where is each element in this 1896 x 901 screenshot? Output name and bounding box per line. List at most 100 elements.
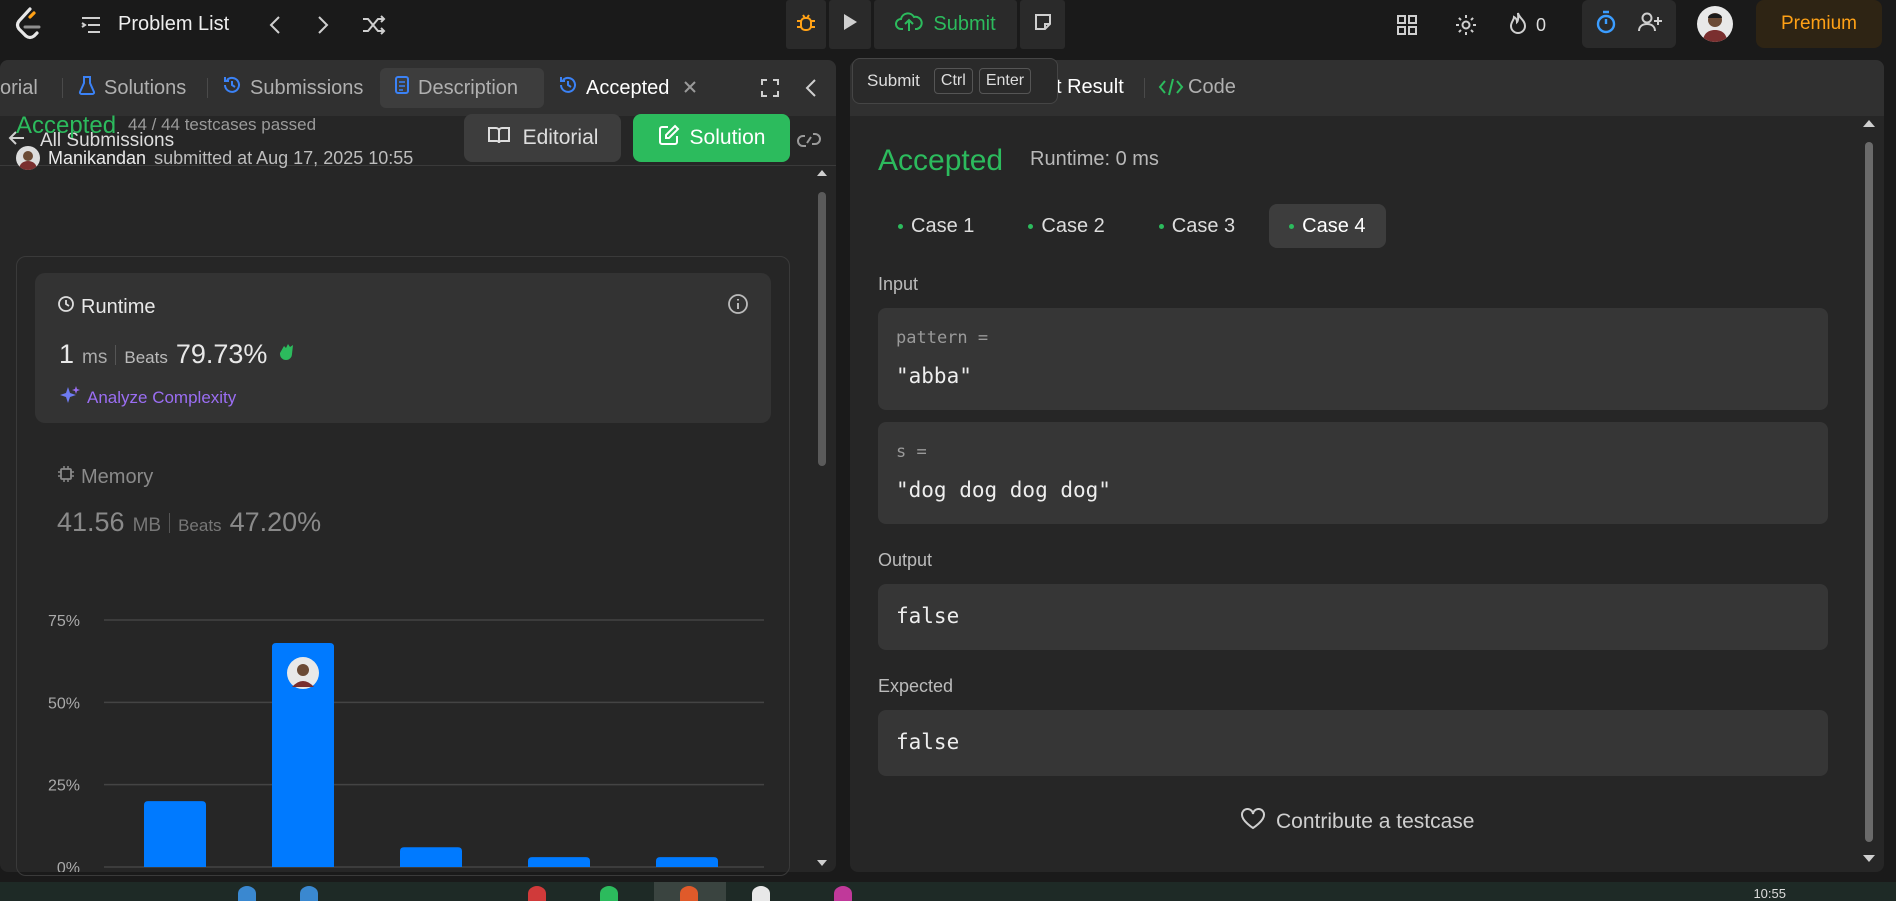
memory-beats-label: Beats bbox=[178, 516, 222, 535]
submitted-time: submitted at Aug 17, 2025 10:55 bbox=[154, 147, 414, 168]
cloud-upload-icon bbox=[895, 11, 924, 39]
case-tab-3[interactable]: Case 3 bbox=[1139, 204, 1255, 248]
solution-label: Solution bbox=[689, 126, 766, 149]
problem-list-link[interactable]: Problem List bbox=[118, 10, 229, 38]
os-taskbar: 10:55 bbox=[0, 882, 1896, 901]
taskbar-app-icon[interactable] bbox=[238, 886, 256, 901]
kbd-enter: Enter bbox=[978, 68, 1032, 94]
result-runtime: Runtime: 0 ms bbox=[1030, 148, 1159, 170]
editorial-button[interactable]: Editorial bbox=[464, 114, 621, 162]
bar[interactable] bbox=[144, 801, 206, 867]
case-tab-2[interactable]: Case 2 bbox=[1008, 204, 1124, 248]
taskbar-app-icon[interactable] bbox=[300, 886, 318, 901]
bar[interactable] bbox=[656, 857, 718, 867]
tab-divider bbox=[207, 78, 208, 98]
tab-code[interactable]: Code bbox=[1188, 76, 1236, 99]
test-result-panel: t Result Code Accepted Runtime: 0 ms Cas… bbox=[850, 60, 1884, 872]
taskbar-app-icon[interactable] bbox=[752, 886, 770, 901]
submitter-avatar[interactable] bbox=[16, 146, 40, 170]
y-tick-label: 75% bbox=[48, 613, 80, 630]
link-icon[interactable] bbox=[796, 130, 822, 156]
right-scrollbar[interactable] bbox=[1862, 118, 1876, 864]
solution-button[interactable]: Solution bbox=[633, 114, 790, 162]
bar[interactable] bbox=[528, 857, 590, 867]
taskbar-app-icon[interactable] bbox=[600, 886, 618, 901]
result-status: Accepted bbox=[878, 144, 1004, 177]
taskbar-app-icon[interactable] bbox=[834, 886, 852, 901]
tab-editorial[interactable]: orial bbox=[0, 68, 38, 108]
chevron-left-icon[interactable] bbox=[262, 12, 288, 38]
tab-submissions[interactable]: Submissions bbox=[222, 68, 363, 108]
settings-gear-icon[interactable] bbox=[1452, 11, 1480, 39]
submitted-by-line: Manikandan submitted at Aug 17, 2025 10:… bbox=[16, 146, 413, 170]
debug-button[interactable] bbox=[786, 0, 826, 49]
play-icon bbox=[841, 12, 859, 37]
left-tab-bar: orial Solutions Submissions Description bbox=[0, 60, 836, 116]
divider bbox=[115, 344, 117, 365]
chevron-right-icon[interactable] bbox=[310, 12, 336, 38]
output-value: false bbox=[896, 604, 960, 628]
case-tabs: Case 1 Case 2 Case 3 Case 4 bbox=[878, 204, 1386, 248]
input-pattern-box[interactable]: pattern = "abba" bbox=[878, 308, 1828, 410]
case-tab-4[interactable]: Case 4 bbox=[1269, 204, 1386, 248]
tab-test-result[interactable]: t Result bbox=[1056, 76, 1124, 99]
streak-counter[interactable]: 0 bbox=[1508, 10, 1546, 40]
fullscreen-icon[interactable] bbox=[760, 68, 780, 108]
submit-button[interactable]: Submit bbox=[874, 0, 1017, 49]
premium-button[interactable]: Premium bbox=[1756, 0, 1882, 48]
grid-layout-icon[interactable] bbox=[1394, 12, 1420, 38]
memory-label-row[interactable]: Memory bbox=[57, 465, 153, 489]
taskbar-clock: 10:55 bbox=[1753, 886, 1786, 901]
close-icon[interactable] bbox=[683, 77, 697, 100]
tab-divider bbox=[1144, 78, 1145, 98]
tab-description[interactable]: Description bbox=[380, 68, 544, 108]
testcases-passed: 44 / 44 testcases passed bbox=[128, 115, 317, 134]
contribute-testcase-button[interactable]: Contribute a testcase bbox=[1240, 808, 1474, 836]
editorial-label: Editorial bbox=[522, 126, 599, 149]
submitter-name[interactable]: Manikandan bbox=[48, 148, 146, 169]
notes-button[interactable] bbox=[1020, 0, 1065, 49]
taskbar-app-icon[interactable] bbox=[528, 886, 546, 901]
submission-status: Accepted bbox=[16, 112, 117, 139]
tab-accepted[interactable]: Accepted bbox=[558, 68, 697, 108]
var-name: s = bbox=[896, 442, 927, 462]
info-icon[interactable] bbox=[727, 293, 749, 320]
runtime-distribution-chart[interactable]: 0%25%50%75%1ms2ms3ms4ms bbox=[24, 590, 764, 872]
run-button[interactable] bbox=[829, 0, 871, 49]
taskbar-app-icon[interactable] bbox=[680, 886, 698, 901]
collapse-left-icon[interactable] bbox=[804, 68, 818, 108]
code-icon bbox=[1158, 77, 1184, 103]
add-user-icon[interactable] bbox=[1637, 11, 1663, 38]
input-s-box[interactable]: s = "dog dog dog dog" bbox=[878, 422, 1828, 524]
tab-editorial-label: orial bbox=[0, 76, 38, 99]
case-label: Case 2 bbox=[1041, 214, 1105, 237]
list-icon[interactable] bbox=[78, 12, 104, 38]
contribute-label: Contribute a testcase bbox=[1276, 810, 1475, 833]
pass-dot bbox=[898, 223, 903, 229]
timer-icon[interactable] bbox=[1595, 10, 1617, 39]
output-box[interactable]: false bbox=[878, 584, 1828, 650]
input-label: Input bbox=[878, 274, 919, 294]
pass-dot bbox=[1289, 223, 1295, 229]
bar[interactable] bbox=[400, 847, 462, 867]
shuffle-icon[interactable] bbox=[360, 12, 388, 38]
streak-count: 0 bbox=[1536, 14, 1547, 35]
analyze-complexity-link[interactable]: Analyze Complexity bbox=[59, 385, 236, 410]
left-scrollbar[interactable] bbox=[816, 168, 828, 868]
edit-icon bbox=[658, 124, 680, 152]
memory-unit: MB bbox=[132, 515, 162, 536]
user-avatar[interactable] bbox=[1697, 6, 1733, 42]
tab-submissions-label: Submissions bbox=[250, 76, 364, 99]
memory-label: Memory bbox=[81, 465, 154, 488]
expected-box[interactable]: false bbox=[878, 710, 1828, 776]
case-label: Case 1 bbox=[911, 214, 975, 237]
runtime-box[interactable]: Runtime 1 ms Beats 79.73% Analyze Comple… bbox=[35, 273, 771, 423]
tab-solutions[interactable]: Solutions bbox=[78, 68, 186, 108]
output-label: Output bbox=[878, 550, 933, 570]
timer-invite-group bbox=[1582, 0, 1676, 48]
leetcode-logo-icon[interactable] bbox=[8, 4, 48, 44]
sparkle-icon bbox=[59, 385, 81, 410]
tab-accepted-label: Accepted bbox=[586, 76, 670, 99]
case-tab-1[interactable]: Case 1 bbox=[878, 204, 994, 248]
tab-description-label: Description bbox=[418, 76, 519, 99]
